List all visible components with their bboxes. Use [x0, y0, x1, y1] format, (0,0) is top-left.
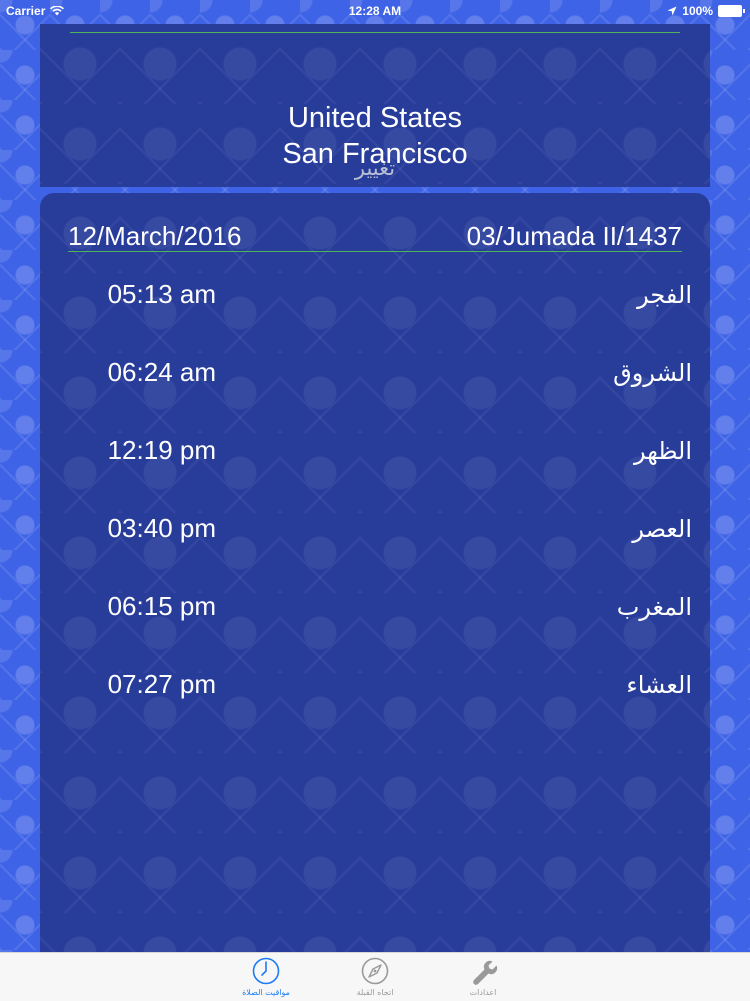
tab-label: مواقيت الصلاة — [242, 988, 290, 997]
prayer-name: العصر — [632, 515, 692, 543]
prayer-row-shuruq: 06:24 am الشروق — [40, 353, 710, 393]
prayer-time: 06:15 pm — [107, 591, 216, 621]
status-bar: Carrier 12:28 AM 100% — [0, 0, 750, 22]
prayer-row-dhuhr: 12:19 pm الظهر — [40, 431, 710, 471]
tab-label: اعدادات — [469, 988, 497, 997]
battery-icon — [718, 5, 745, 17]
battery-percent: 100% — [682, 4, 713, 18]
status-time: 12:28 AM — [348, 4, 402, 18]
tab-prayer-times[interactable]: مواقيت الصلاة — [211, 953, 321, 1001]
prayer-row-isha: 07:27 pm العشاء — [40, 665, 710, 705]
prayer-time: 05:13 am — [107, 279, 216, 309]
prayer-time: 12:19 pm — [107, 435, 216, 465]
tab-bar: مواقيت الصلاة اتجاه القبلة اعدادات — [0, 952, 750, 1001]
tab-label: اتجاه القبلة — [356, 988, 394, 997]
prayer-time: 03:40 pm — [107, 513, 216, 543]
prayer-time: 06:24 am — [107, 357, 216, 387]
compass-icon — [361, 957, 389, 985]
prayer-time: 07:27 pm — [107, 669, 216, 699]
tab-qibla[interactable]: اتجاه القبلة — [320, 953, 430, 1001]
header-divider — [70, 32, 680, 33]
prayer-row-maghrib: 06:15 pm المغرب — [40, 587, 710, 627]
prayer-row-asr: 03:40 pm العصر — [40, 509, 710, 549]
prayer-times-panel: 12/March/2016 03/Jumada II/1437 05:13 am… — [40, 193, 710, 953]
gregorian-date: 12/March/2016 — [68, 221, 242, 251]
prayer-name: العشاء — [626, 671, 692, 699]
wrench-icon — [473, 960, 498, 985]
country-label: United States — [287, 102, 463, 134]
clock-icon — [252, 957, 280, 985]
prayer-name: المغرب — [616, 593, 692, 621]
prayer-name: الفجر — [637, 281, 692, 309]
location-arrow-icon — [667, 6, 677, 16]
tab-settings[interactable]: اعدادات — [428, 953, 538, 1001]
change-location-button[interactable]: تغيير — [0, 156, 750, 180]
prayer-name: الظهر — [634, 437, 692, 465]
prayer-name: الشروق — [613, 359, 692, 387]
hijri-date: 03/Jumada II/1437 — [466, 221, 682, 251]
status-right: 100% — [667, 4, 745, 18]
date-row: 12/March/2016 03/Jumada II/1437 — [68, 221, 682, 252]
prayer-row-fajr: 05:13 am الفجر — [40, 275, 710, 315]
